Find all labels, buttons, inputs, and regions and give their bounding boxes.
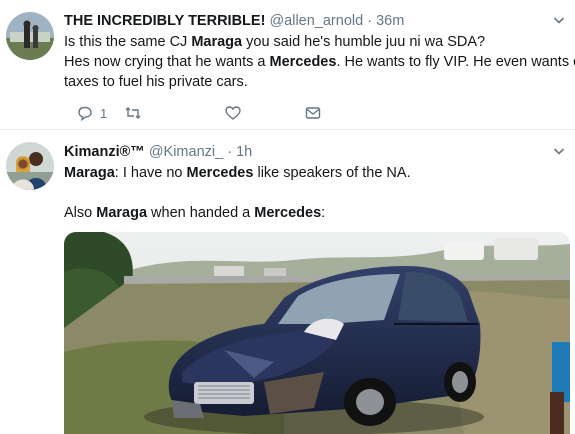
reply-icon [78,106,92,122]
tweet-text: Is this the same CJ Maraga you said he's… [64,32,575,92]
chevron-down-icon[interactable] [553,14,565,26]
reply-button[interactable]: 1 [76,102,107,124]
timestamp[interactable]: 1h [236,144,252,160]
separator: · [227,144,233,160]
chevron-down-icon[interactable] [553,145,565,157]
tweet-line: Also Maraga when handed a Mercedes: [64,205,326,221]
tweet-actions: 1 [64,102,364,124]
tweet-photo[interactable] [64,232,570,434]
tweet-text: Maraga: I have no Mercedes like speakers… [64,163,569,223]
avatar[interactable] [6,12,54,60]
timestamp[interactable]: 36m [376,13,404,29]
retweet-icon [125,107,141,119]
tweet[interactable]: Kimanzi®™ @Kimanzi_ · 1h Maraga: I have … [0,131,575,434]
dm-button[interactable] [304,102,322,124]
separator: · [367,13,373,29]
dm-icon [305,107,321,119]
avatar[interactable] [6,142,54,190]
tweet-header: Kimanzi®™ @Kimanzi_ · 1h [64,143,252,161]
display-name[interactable]: Kimanzi®™ [64,144,145,160]
tweet-line: taxes to fuel his private cars. [64,74,248,90]
user-handle[interactable]: @allen_arnold [269,13,363,29]
like-button[interactable] [224,102,242,124]
tweet-line: Is this the same CJ Maraga you said he's… [64,34,486,50]
like-icon [225,106,241,120]
tweet-header: THE INCREDIBLY TERRIBLE! @allen_arnold ·… [64,12,404,30]
tweet[interactable]: THE INCREDIBLY TERRIBLE! @allen_arnold ·… [0,0,575,130]
tweet-line: Hes now crying that he wants a Mercedes.… [64,54,575,70]
user-handle[interactable]: @Kimanzi_ [149,144,223,160]
tweet-line: Maraga: I have no Mercedes like speakers… [64,165,411,181]
retweet-button[interactable] [124,102,142,124]
display-name[interactable]: THE INCREDIBLY TERRIBLE! [64,13,265,29]
reply-count: 1 [100,105,108,121]
